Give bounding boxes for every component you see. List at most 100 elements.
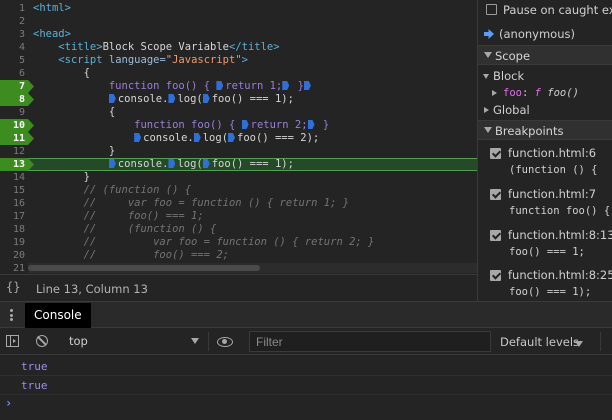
line-number[interactable]: 6 [0, 67, 28, 80]
code-token: } [83, 171, 90, 183]
line-number[interactable]: 20 [0, 249, 28, 262]
code-line[interactable]: 5 <script language="Javascript"> [0, 54, 477, 67]
line-number[interactable]: 2 [0, 15, 28, 28]
code-token: console. [117, 93, 169, 105]
inline-breakpoint-icon[interactable] [228, 133, 236, 142]
call-frame-anonymous[interactable]: (anonymous) [478, 24, 612, 44]
console-prompt[interactable]: › [5, 396, 12, 410]
breakpoint-location: function.html:8:25 [508, 268, 612, 282]
line-number[interactable]: 4 [0, 41, 28, 54]
line-number[interactable]: 19 [0, 236, 28, 249]
line-number[interactable]: 11 [0, 132, 28, 145]
line-number[interactable]: 15 [0, 184, 28, 197]
console-message: true [0, 376, 612, 395]
code-line[interactable]: 20 // foo() === 2; [0, 249, 477, 262]
line-number[interactable]: 16 [0, 197, 28, 210]
breakpoint-item[interactable]: function.html:8:25 foo() === 1); [478, 265, 612, 301]
inline-breakpoint-icon[interactable] [108, 94, 116, 103]
filter-input[interactable] [249, 331, 491, 352]
code-line[interactable]: 10 function foo() { return 2; } [0, 119, 477, 132]
code-token: console. [143, 132, 194, 144]
line-number[interactable]: 21 [0, 262, 28, 274]
log-levels-dropdown[interactable]: Default levels [500, 331, 600, 352]
cursor-position: Line 13, Column 13 [36, 282, 148, 296]
inline-breakpoint-icon[interactable] [168, 159, 176, 168]
expand-arrow-icon [483, 74, 489, 79]
code-token: log( [202, 132, 229, 144]
code-line[interactable]: 17 // foo() === 1; [0, 210, 477, 223]
code-line[interactable]: 12 } [0, 145, 477, 158]
inline-breakpoint-icon[interactable] [202, 94, 210, 103]
line-number[interactable]: 8 [0, 93, 28, 106]
breakpoint-item[interactable]: function.html:7 function foo() { [478, 184, 612, 224]
line-number[interactable]: 1 [0, 2, 28, 15]
inline-breakpoint-icon[interactable] [134, 133, 142, 142]
eye-icon[interactable] [217, 337, 233, 347]
code-line[interactable]: 8 console. log(foo() === 1); [0, 93, 477, 106]
breakpoint-checkbox[interactable] [490, 148, 501, 159]
line-number[interactable]: 14 [0, 171, 28, 184]
more-options-icon[interactable] [10, 309, 13, 321]
pause-caught-label: Pause on caught exceptions [503, 3, 612, 17]
inline-breakpoint-icon[interactable] [307, 120, 315, 129]
horizontal-scrollbar[interactable] [28, 263, 477, 273]
line-number[interactable]: 5 [0, 54, 28, 67]
line-number[interactable]: 3 [0, 28, 28, 41]
tab-console[interactable]: Console [25, 303, 91, 328]
inline-breakpoint-icon[interactable] [282, 81, 290, 90]
code-line[interactable]: 4 <title>Block Scope Variable</title> [0, 41, 477, 54]
line-number[interactable]: 10 [0, 119, 28, 132]
toolbar-divider [600, 332, 601, 351]
line-number[interactable]: 13 [0, 158, 28, 171]
code-line[interactable]: 7 function foo() { return 1; } [0, 80, 477, 93]
console-output[interactable]: true true › [0, 355, 612, 420]
code-line[interactable]: 18 // (function () { [0, 223, 477, 236]
code-comment: // foo() === 2; [83, 249, 229, 261]
breakpoint-checkbox[interactable] [490, 189, 501, 200]
code-token: function [108, 80, 160, 92]
pretty-print-icon[interactable]: {} [6, 280, 20, 294]
line-number[interactable]: 17 [0, 210, 28, 223]
breakpoint-item[interactable]: function.html:8:13 foo() === 1; [478, 225, 612, 265]
breakpoint-checkbox[interactable] [490, 270, 501, 281]
inline-breakpoint-icon[interactable] [168, 94, 176, 103]
inline-breakpoint-icon[interactable] [216, 81, 224, 90]
context-selector[interactable]: top [60, 331, 204, 351]
code-line[interactable]: 3 <head> [0, 28, 477, 41]
scope-global[interactable]: Global [478, 102, 612, 118]
line-number[interactable]: 12 [0, 145, 28, 158]
show-sidebar-icon[interactable] [6, 335, 19, 347]
breakpoints-pane-header[interactable]: Breakpoints [478, 120, 612, 140]
scope-variable-foo[interactable]: foo: f foo() [478, 85, 612, 101]
line-number[interactable]: 7 [0, 80, 28, 93]
breakpoint-code: foo() === 1; [509, 246, 585, 258]
code-line[interactable]: 2 [0, 15, 477, 28]
breakpoint-item[interactable]: function.html:6 (function () { [478, 143, 612, 183]
inline-breakpoint-icon[interactable] [108, 159, 116, 168]
code-line[interactable]: 19 // var foo = function () { return 2; … [0, 236, 477, 249]
scope-block[interactable]: Block [478, 68, 612, 84]
code-line[interactable]: 6 { [0, 67, 477, 80]
line-number[interactable]: 9 [0, 106, 28, 119]
code-line[interactable]: 9 { [0, 106, 477, 119]
current-execution-line[interactable]: 13 console. log(foo() === 1); [0, 158, 477, 171]
scrollbar-thumb[interactable] [28, 265, 260, 271]
pause-on-caught-row[interactable]: Pause on caught exceptions [478, 0, 612, 22]
inline-breakpoint-icon[interactable] [193, 133, 201, 142]
clear-console-icon[interactable] [36, 335, 48, 347]
code-line[interactable]: 15 // (function () { [0, 184, 477, 197]
scope-pane-header[interactable]: Scope [478, 45, 612, 65]
code-line[interactable]: 1 <html> [0, 2, 477, 15]
breakpoint-checkbox[interactable] [490, 230, 501, 241]
inline-breakpoint-icon[interactable] [241, 120, 249, 129]
code-line[interactable]: 14 } [0, 171, 477, 184]
log-levels-label: Default levels [500, 335, 580, 349]
code-token: Block Scope Variable [102, 41, 229, 53]
line-number[interactable]: 18 [0, 223, 28, 236]
inline-breakpoint-icon[interactable] [303, 81, 311, 90]
source-editor[interactable]: 1 <html> 2 3 <head> 4 <title>Block Scope… [0, 0, 477, 274]
inline-breakpoint-icon[interactable] [202, 159, 210, 168]
pause-caught-checkbox[interactable] [486, 4, 497, 15]
code-line[interactable]: 16 // var foo = function () { return 1; … [0, 197, 477, 210]
code-line[interactable]: 11 console. log(foo() === 2); [0, 132, 477, 145]
